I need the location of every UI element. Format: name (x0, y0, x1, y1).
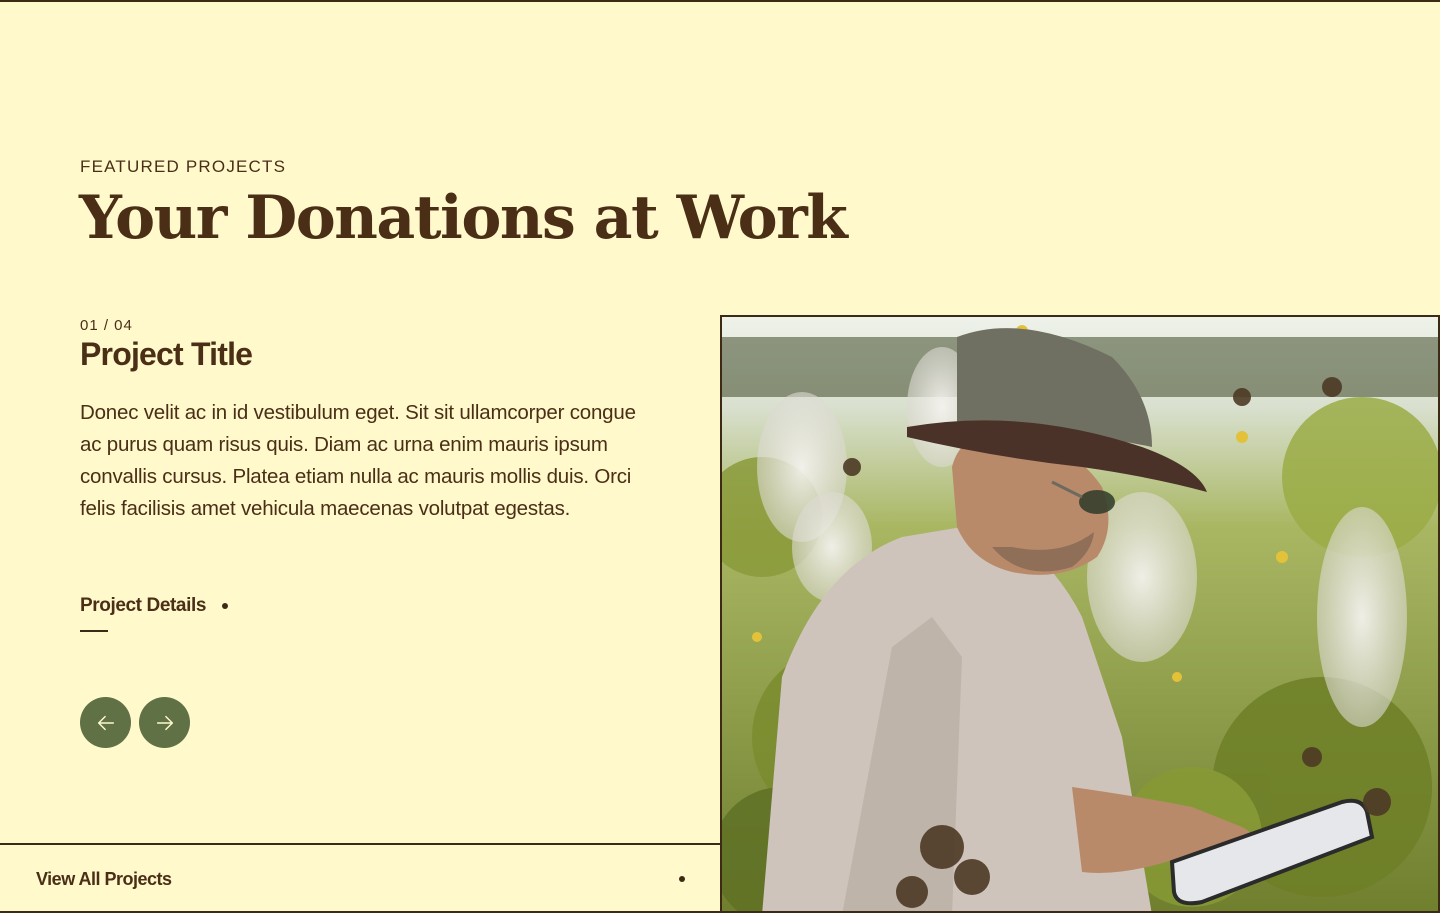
bullet-dot-icon (222, 603, 228, 609)
next-slide-button[interactable] (139, 697, 190, 748)
project-title: Project Title (80, 336, 253, 372)
view-all-projects-link[interactable]: View All Projects (0, 843, 721, 913)
project-details-link[interactable]: Project Details (80, 595, 228, 617)
slide-counter: 01 / 04 (80, 317, 133, 334)
section-eyebrow: FEATURED PROJECTS (80, 157, 287, 176)
project-description: Donec velit ac in id vestibulum eget. Si… (80, 401, 636, 520)
arrow-right-icon (156, 715, 173, 730)
view-all-projects-label: View All Projects (36, 868, 172, 889)
section-headline: Your Donations at Work (79, 183, 848, 253)
top-divider (0, 0, 1440, 2)
field-researcher-photo (722, 317, 1438, 911)
previous-slide-button[interactable] (80, 697, 131, 748)
project-details-label: Project Details (80, 595, 206, 616)
link-underline (80, 630, 108, 632)
arrow-left-icon (97, 715, 114, 730)
bullet-dot-icon (679, 876, 685, 882)
project-photo (720, 315, 1440, 913)
